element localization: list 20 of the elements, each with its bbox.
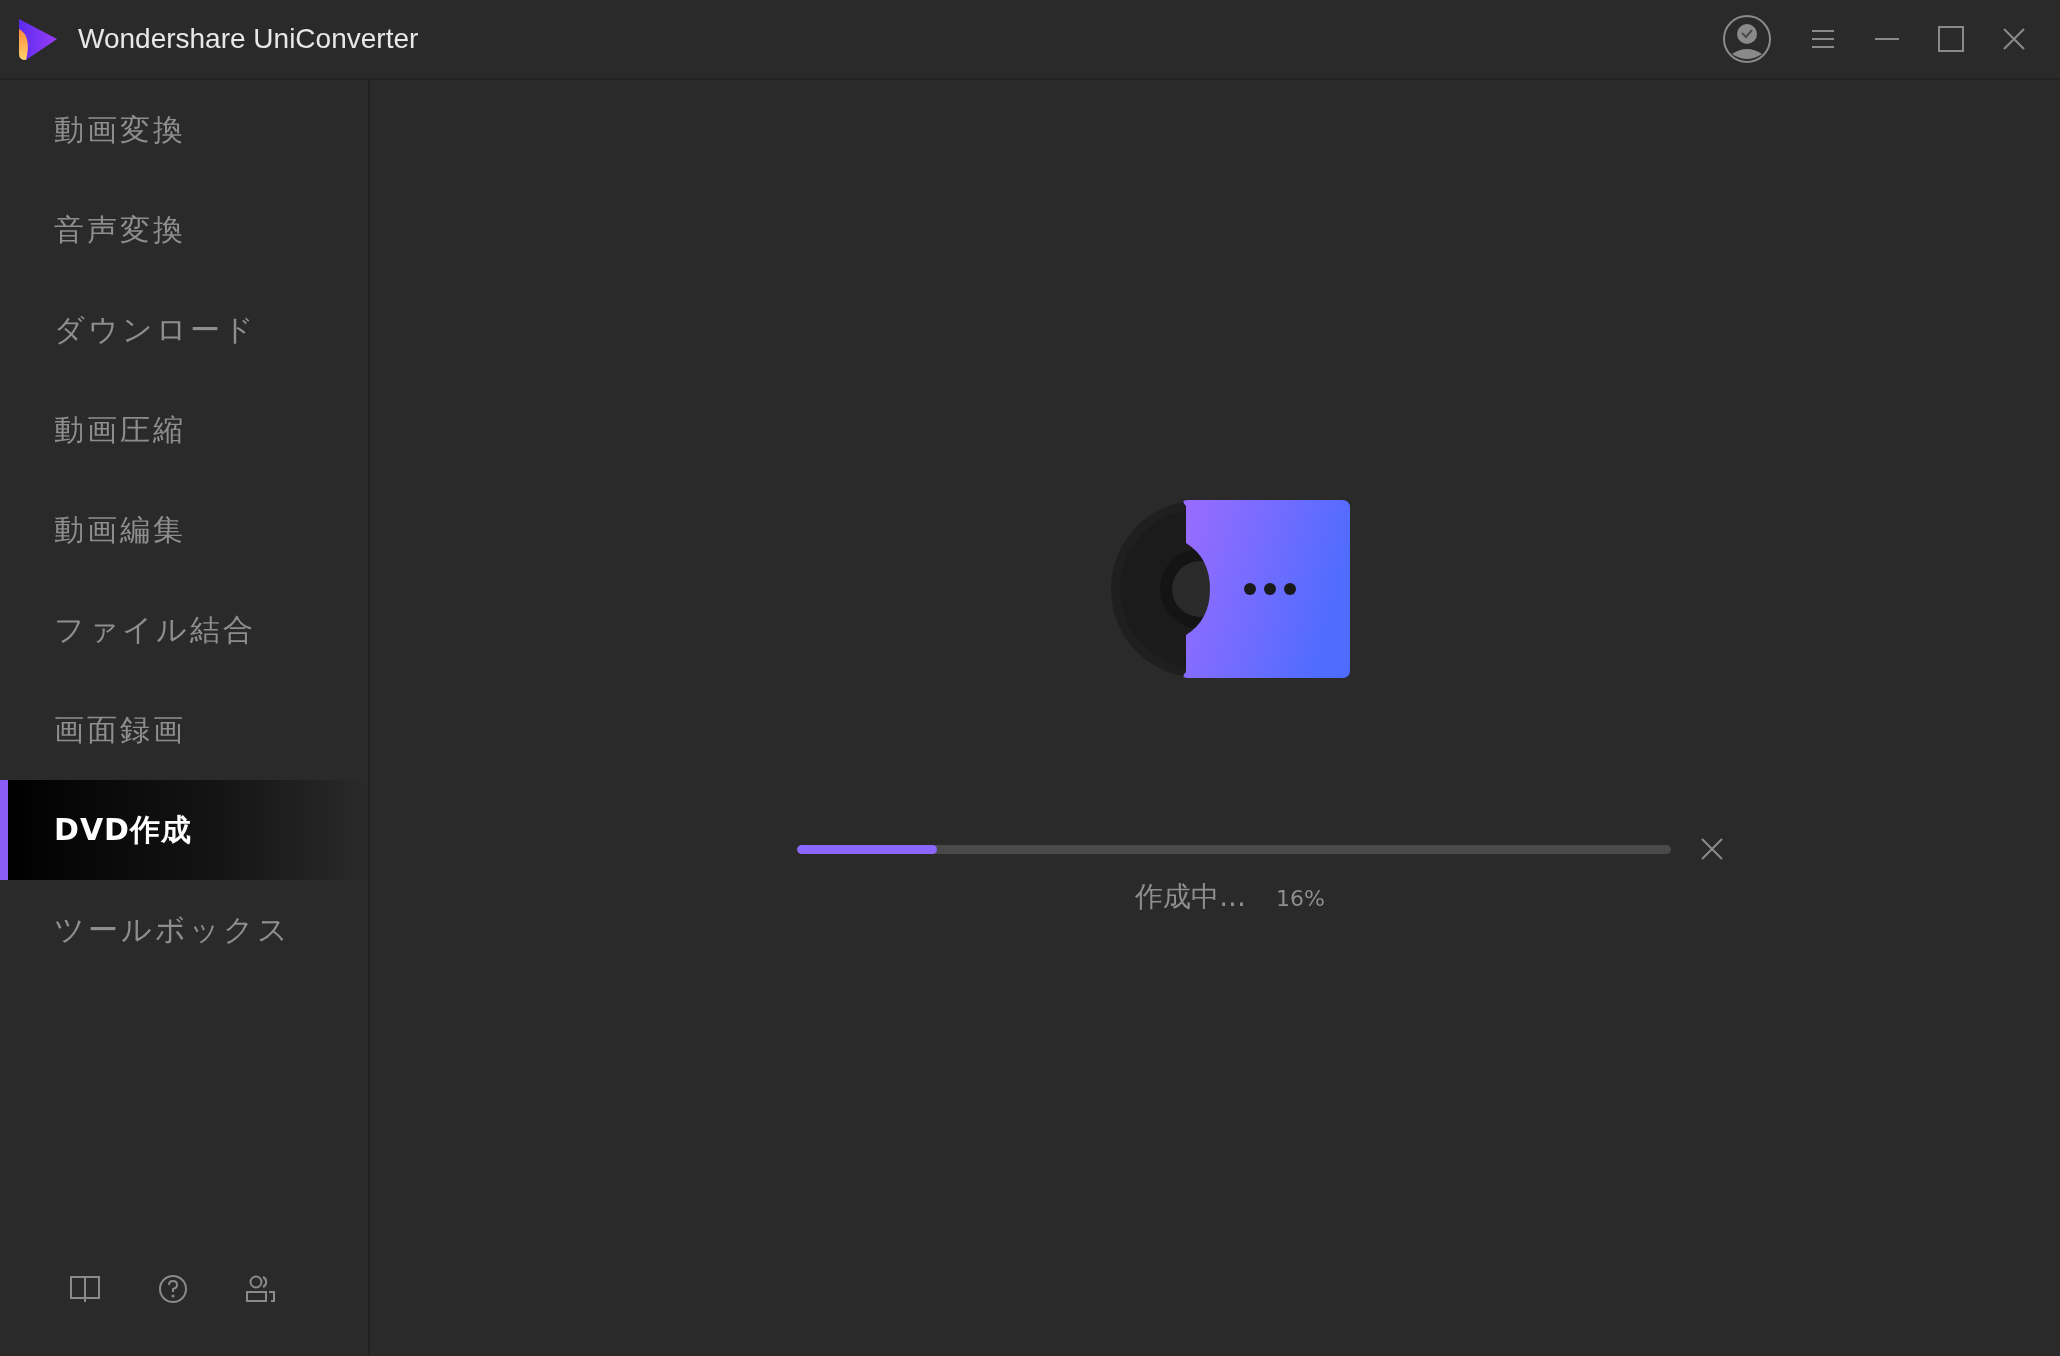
- sidebar-item[interactable]: 動画圧縮: [0, 380, 368, 480]
- close-icon[interactable]: [1701, 838, 1723, 860]
- users-icon[interactable]: [246, 1275, 276, 1303]
- help-icon[interactable]: [158, 1274, 188, 1304]
- window-title: Wondershare UniConverter: [78, 23, 419, 55]
- sidebar-item[interactable]: 画面録画: [0, 680, 368, 780]
- menu-icon[interactable]: [1810, 28, 1836, 50]
- close-icon[interactable]: [2002, 27, 2026, 51]
- maximize-icon[interactable]: [1938, 26, 1964, 52]
- percent-text: 16%: [1275, 886, 1325, 911]
- sidebar-item[interactable]: ツールボックス: [0, 880, 368, 980]
- minimize-icon[interactable]: [1874, 37, 1900, 41]
- sidebar-item[interactable]: ダウンロード: [0, 280, 368, 380]
- book-icon[interactable]: [70, 1275, 100, 1303]
- sidebar-item[interactable]: 動画編集: [0, 480, 368, 580]
- account-icon[interactable]: [1722, 14, 1772, 64]
- sidebar-item[interactable]: 動画変換: [0, 80, 368, 180]
- sidebar-item[interactable]: 音声変換: [0, 180, 368, 280]
- sidebar-item[interactable]: ファイル結合: [0, 580, 368, 680]
- status-text: 作成中...: [1135, 879, 1246, 915]
